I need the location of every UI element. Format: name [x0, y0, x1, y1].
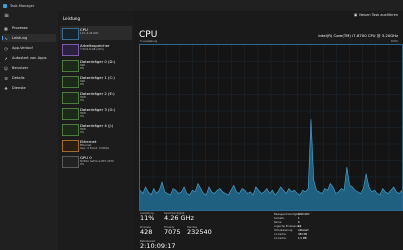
gpu-thumbnail	[62, 156, 79, 168]
stat-value: 2:10:09:17	[140, 242, 176, 250]
detail-row: Basisgeschwindigkeit: 3,19 GHz	[274, 213, 310, 216]
cpu-graph-svg	[140, 45, 402, 210]
disk-thumbnail	[62, 124, 79, 136]
sidebar-item-label: Benutzer	[12, 66, 29, 70]
resource-sub: 11% 4,26 GHz	[80, 32, 99, 35]
sidebar-item-label: Details	[12, 76, 25, 80]
disk-thumbnail	[62, 76, 79, 88]
detail-label: Kerne:	[274, 221, 283, 224]
stat-value: 11%	[140, 214, 155, 222]
grid-icon: ▦	[4, 25, 8, 31]
resource-sub: 7,5/31,8 GB (24%)	[80, 48, 105, 51]
sidebar-item-startup-apps[interactable]: ➚ Autostart von Apps	[2, 54, 56, 62]
resource-item-memory[interactable]: Arbeitsspeicher 7,5/31,8 GB (24%)	[60, 42, 132, 56]
stat-utilization: Auslastung 11%	[140, 212, 154, 222]
disk-thumbnail	[62, 60, 79, 72]
run-new-task-button[interactable]: ▣ Neuen Task ausführen	[354, 13, 398, 17]
detail-row: Kerne: 6	[274, 221, 300, 224]
disk-thumbnail	[62, 108, 79, 120]
sidebar-item-app-history[interactable]: ◷ App-Verlauf	[2, 44, 56, 52]
page-title: CPU	[139, 30, 158, 40]
sidebar-item-performance[interactable]: ∿ Leistung	[2, 34, 56, 42]
stat-value: 428	[140, 228, 153, 236]
sidebar-item-label: Prozesse	[12, 26, 28, 30]
sidebar-item-details[interactable]: ☰ Details	[2, 74, 56, 82]
resource-sub: 0%	[80, 82, 85, 86]
stat-threads: Threads 7075	[164, 226, 181, 236]
detail-label: Sockets:	[274, 217, 285, 220]
users-icon: ☺	[3, 65, 9, 71]
stat-speed: Geschwindigkeit 4.26 GHz	[164, 212, 194, 222]
resource-item-disk-3[interactable]: Datenträger 3 (G:) HDD 0%	[60, 106, 132, 120]
resource-item-disk-1[interactable]: Datenträger 1 (C:) SSD 0%	[60, 74, 132, 88]
disk-thumbnail	[62, 92, 79, 104]
stat-handles: Handles 232540	[187, 226, 212, 236]
resource-item-cpu[interactable]: CPU 11% 4,26 GHz	[60, 26, 132, 40]
detail-row: Logische Prozessoren: 12	[274, 225, 302, 228]
resource-sub: NVIDIA GeForce RTX 2070	[80, 159, 114, 163]
stat-value: 232540	[187, 228, 212, 236]
cpu-model: Intel(R) Core(TM) i7-8700 CPU @ 3.20GHz	[318, 33, 398, 38]
detail-value: 12	[298, 225, 302, 228]
window-title: Task-Manager	[10, 3, 35, 8]
sidebar-item-users[interactable]: ☺ Benutzer	[2, 64, 56, 72]
detail-value: 6	[298, 221, 300, 224]
detail-value: Aktiviert	[298, 229, 309, 232]
history-icon: ◷	[4, 45, 8, 51]
puzzle-icon: ✥	[4, 85, 8, 91]
sidebar-item-label: Autostart von Apps	[12, 56, 47, 60]
resource-sub: 0%	[80, 98, 85, 102]
task-manager-icon	[3, 3, 7, 8]
menu-icon[interactable]: ≡	[4, 13, 9, 19]
sidebar: ≡ ▦ Prozesse ∿ Leistung ◷ App-Verlauf ➚ …	[0, 11, 58, 250]
resource-sub: 0%	[80, 114, 85, 118]
cpu-thumbnail	[62, 28, 79, 40]
run-task-label: Neuen Task ausführen	[359, 13, 398, 17]
detail-row: L1-Cache: 384 KB	[274, 233, 307, 236]
resource-sub: 0%	[80, 130, 85, 134]
pulse-icon: ∿	[4, 35, 8, 41]
detail-row: L2-Cache: 1,5 MB	[274, 237, 307, 240]
resource-list: Leistung CPU 11% 4,26 GHz Arbeitsspeiche…	[58, 11, 134, 250]
stat-uptime: Betriebszeit 2:10:09:17	[140, 240, 176, 250]
graph-label: % Auslastung	[140, 40, 158, 43]
list-icon: ☰	[4, 75, 8, 81]
detail-row: Sockets: 1	[274, 217, 300, 220]
resource-sub: Ges.: 0 Empf.: 0 KBit/s	[80, 146, 109, 150]
detail-value: 1,5 MB	[298, 237, 307, 240]
resource-item-disk-4[interactable]: Datenträger 4 (J:) HDD 0%	[60, 122, 132, 136]
sidebar-item-label: Dienste	[12, 86, 26, 90]
sidebar-item-services[interactable]: ✥ Dienste	[2, 84, 56, 92]
sidebar-item-processes[interactable]: ▦ Prozesse	[2, 24, 56, 32]
ethernet-thumbnail	[62, 140, 79, 152]
stat-value: 7075	[164, 228, 181, 236]
main-panel: ▣ Neuen Task ausführen CPU Intel(R) Core…	[134, 11, 403, 250]
resource-item-gpu[interactable]: GPU 0 NVIDIA GeForce RTX 2070 0%	[60, 154, 132, 168]
sidebar-item-label: Leistung	[12, 36, 28, 40]
detail-value: 1	[298, 217, 300, 220]
detail-value: 384 KB	[298, 233, 307, 236]
resource-item-disk-2[interactable]: Datenträger 2 (E:) HDD 0%	[60, 90, 132, 104]
detail-value: 3,19 GHz	[298, 213, 310, 216]
resource-item-disk-0[interactable]: Datenträger 0 (D:) SSD 0%	[60, 58, 132, 72]
resource-sub: 0%	[80, 162, 85, 166]
graph-max-label: 100%	[390, 40, 398, 43]
detail-row: Virtualisierung: Aktiviert	[274, 229, 309, 232]
sidebar-item-label: App-Verlauf	[12, 46, 33, 50]
memory-thumbnail	[62, 44, 79, 56]
stat-value: 4.26 GHz	[164, 214, 194, 222]
cpu-utilization-graph	[139, 44, 403, 211]
detail-label: L2-Cache:	[274, 237, 287, 240]
title-bar: Task-Manager	[0, 0, 403, 11]
rocket-icon: ➚	[4, 55, 8, 61]
resource-sub: 0%	[80, 66, 85, 70]
run-task-icon: ▣	[353, 13, 358, 17]
detail-label: L1-Cache:	[274, 233, 287, 236]
resource-item-ethernet[interactable]: Ethernet Ethernet Ges.: 0 Empf.: 0 KBit/…	[60, 138, 132, 152]
detail-label: Virtualisierung:	[274, 229, 294, 232]
list-title: Leistung	[63, 16, 80, 21]
stat-processes: Prozesse 428	[140, 226, 152, 236]
